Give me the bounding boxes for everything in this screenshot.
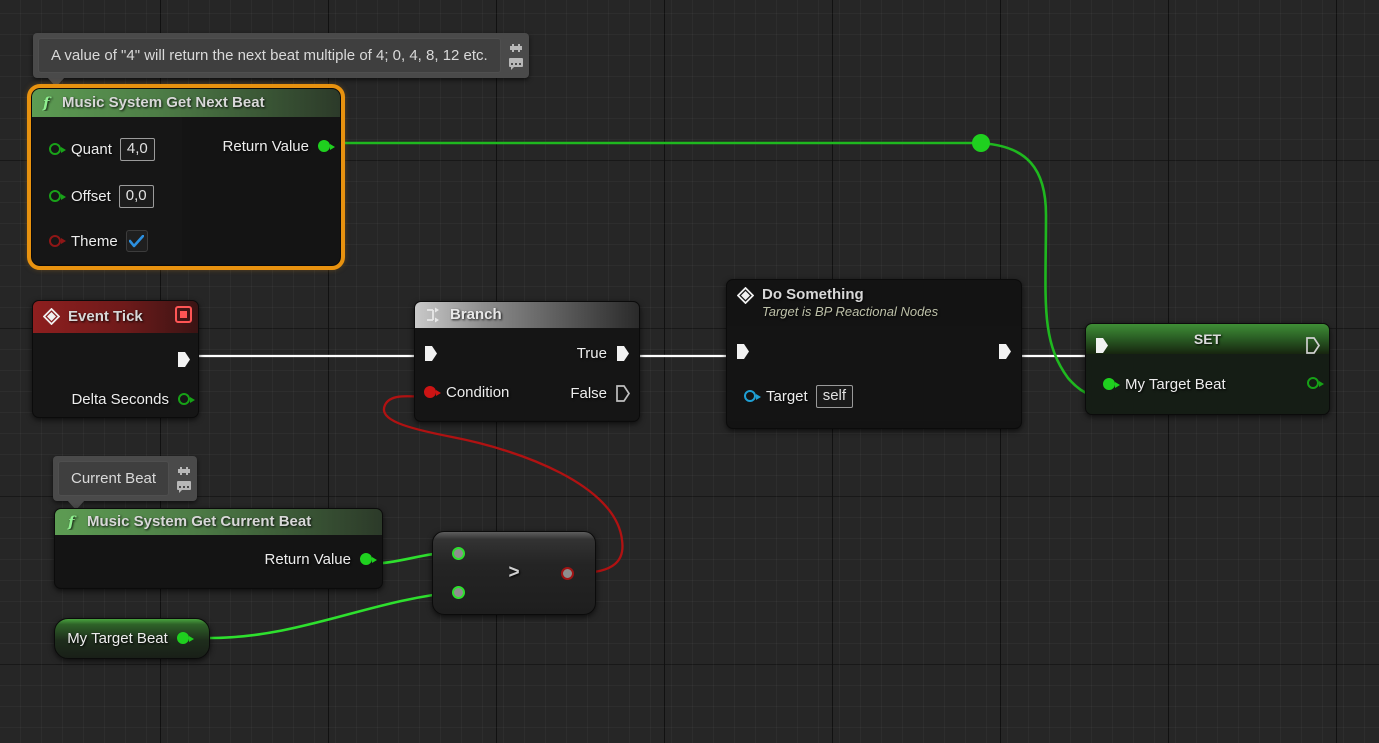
svg-text:f: f bbox=[42, 94, 52, 111]
output-exec-row-false[interactable]: False bbox=[570, 384, 631, 403]
pin-label-condition: Condition bbox=[446, 384, 510, 401]
function-f-icon: f bbox=[42, 94, 54, 111]
input-pin-my-target-beat[interactable] bbox=[1102, 377, 1120, 392]
event-stop-badge-icon[interactable] bbox=[175, 306, 192, 327]
output-exec-pin-true[interactable] bbox=[615, 344, 631, 363]
node-body: Delta Seconds bbox=[33, 333, 198, 417]
output-exec-row[interactable] bbox=[997, 342, 1013, 361]
input-exec-row[interactable] bbox=[1094, 336, 1110, 355]
output-exec-pin-tick[interactable] bbox=[176, 350, 192, 369]
pin-label-false: False bbox=[570, 385, 607, 402]
node-body: Return Value bbox=[55, 535, 382, 587]
pin-row-return-value[interactable]: Return Value bbox=[264, 551, 377, 568]
branch-icon bbox=[425, 307, 442, 323]
input-pin-a[interactable] bbox=[451, 546, 468, 563]
pin-label-target: Target bbox=[766, 388, 808, 405]
node-branch[interactable]: Branch Condition True False bbox=[414, 301, 640, 422]
node-header: SET bbox=[1086, 324, 1329, 354]
input-exec-pin-do-something[interactable] bbox=[735, 342, 751, 361]
input-exec-pin-set[interactable] bbox=[1094, 336, 1110, 355]
node-set-my-target-beat[interactable]: SET My Target Beat bbox=[1085, 323, 1330, 415]
pin-row-return-value[interactable]: Return Value bbox=[222, 138, 335, 155]
output-pin-my-target-beat[interactable] bbox=[176, 631, 194, 646]
node-header: f Music System Get Current Beat bbox=[55, 509, 382, 535]
pin-row-delta-seconds[interactable]: Delta Seconds bbox=[71, 391, 195, 408]
node-music-system-get-current-beat[interactable]: f Music System Get Current Beat Return V… bbox=[54, 508, 383, 589]
input-pin-b[interactable] bbox=[451, 585, 468, 602]
pin-label-return-value: Return Value bbox=[222, 138, 309, 155]
input-exec-row[interactable] bbox=[735, 342, 751, 361]
output-exec-row-true[interactable]: True bbox=[577, 344, 631, 363]
node-body: > bbox=[433, 532, 595, 614]
node-body: My Target Beat bbox=[1086, 337, 1329, 414]
blueprint-graph-canvas[interactable]: A value of "4" will return the next beat… bbox=[0, 0, 1379, 743]
node-header: Event Tick bbox=[33, 301, 198, 333]
node-body: My Target Beat bbox=[55, 619, 209, 658]
node-subtitle: Target is BP Reactional Nodes bbox=[762, 304, 939, 319]
comment-text: A value of "4" will return the next beat… bbox=[38, 38, 501, 73]
comment-bubble-next-beat[interactable]: A value of "4" will return the next beat… bbox=[33, 33, 529, 87]
node-title: Event Tick bbox=[68, 308, 143, 325]
pin-label-delta-seconds: Delta Seconds bbox=[71, 391, 169, 408]
output-exec-pin-do-something[interactable] bbox=[997, 342, 1013, 361]
output-pin-my-target-beat[interactable] bbox=[1306, 376, 1324, 391]
node-title: Branch bbox=[450, 306, 502, 323]
event-diamond-icon bbox=[43, 308, 60, 325]
function-f-icon: f bbox=[67, 513, 79, 530]
comment-text: Current Beat bbox=[58, 461, 170, 496]
node-greater-than[interactable]: > bbox=[432, 531, 596, 615]
node-body: Condition True False bbox=[415, 328, 639, 420]
pin-label-return-value: Return Value bbox=[264, 551, 351, 568]
comment-bubble-current-beat[interactable]: Current Beat bbox=[53, 456, 198, 510]
output-pin-result[interactable] bbox=[560, 566, 577, 583]
exec-out-row[interactable] bbox=[176, 350, 192, 369]
output-exec-pin-set[interactable] bbox=[1305, 336, 1321, 355]
comment-icon-group[interactable] bbox=[503, 33, 529, 78]
node-do-something[interactable]: Do Something Target is BP Reactional Nod… bbox=[726, 279, 1022, 429]
pin-icon[interactable] bbox=[177, 465, 191, 477]
svg-text:f: f bbox=[67, 513, 77, 530]
node-title: SET bbox=[1193, 331, 1222, 347]
input-field-target[interactable]: self bbox=[815, 385, 854, 408]
output-pin-return-value[interactable] bbox=[317, 139, 335, 154]
node-header: Branch bbox=[415, 302, 639, 328]
node-header: Do Something Target is BP Reactional Nod… bbox=[727, 280, 1021, 326]
node-body: Return Value Quant 4,0 Offset 0,0 Theme bbox=[32, 117, 340, 264]
wire-reroute-knot bbox=[972, 134, 990, 152]
comment-bubble-icon[interactable] bbox=[176, 480, 192, 493]
operator-label: > bbox=[508, 562, 520, 583]
wire-mytargetbeat-to-gt bbox=[209, 590, 458, 640]
output-pin-row[interactable] bbox=[1306, 376, 1324, 391]
node-column-divider bbox=[32, 117, 182, 264]
input-exec-pin-branch[interactable] bbox=[423, 344, 439, 363]
output-pin-return-value[interactable] bbox=[359, 552, 377, 567]
comment-icon-group[interactable] bbox=[171, 456, 197, 501]
node-body: Target self bbox=[727, 326, 1021, 421]
pin-row-condition[interactable]: Condition bbox=[423, 384, 509, 401]
input-pin-condition[interactable] bbox=[423, 385, 441, 400]
node-title: Do Something bbox=[762, 286, 864, 303]
node-get-my-target-beat[interactable]: My Target Beat bbox=[54, 618, 210, 659]
node-music-system-get-next-beat[interactable]: f Music System Get Next Beat Return Valu… bbox=[27, 84, 345, 270]
input-pin-target[interactable] bbox=[743, 389, 761, 404]
output-exec-row[interactable] bbox=[1305, 336, 1321, 355]
pin-row-my-target-beat[interactable]: My Target Beat bbox=[1102, 376, 1226, 393]
node-event-tick[interactable]: Event Tick Delta Seconds bbox=[32, 300, 199, 418]
output-pin-delta-seconds[interactable] bbox=[177, 392, 195, 407]
node-header: f Music System Get Next Beat bbox=[32, 89, 340, 117]
pin-label-my-target-beat: My Target Beat bbox=[1125, 376, 1226, 393]
variable-label: My Target Beat bbox=[67, 630, 168, 647]
comment-bubble-icon[interactable] bbox=[508, 57, 524, 70]
event-diamond-icon bbox=[737, 287, 754, 304]
node-title: Music System Get Current Beat bbox=[87, 513, 312, 530]
pin-row-target[interactable]: Target self bbox=[743, 385, 854, 408]
comment-tail bbox=[47, 77, 65, 87]
node-title: Music System Get Next Beat bbox=[62, 94, 265, 111]
output-exec-pin-false[interactable] bbox=[615, 384, 631, 403]
input-exec-row[interactable] bbox=[423, 344, 439, 363]
pin-label-true: True bbox=[576, 345, 607, 362]
pin-icon[interactable] bbox=[509, 42, 523, 54]
